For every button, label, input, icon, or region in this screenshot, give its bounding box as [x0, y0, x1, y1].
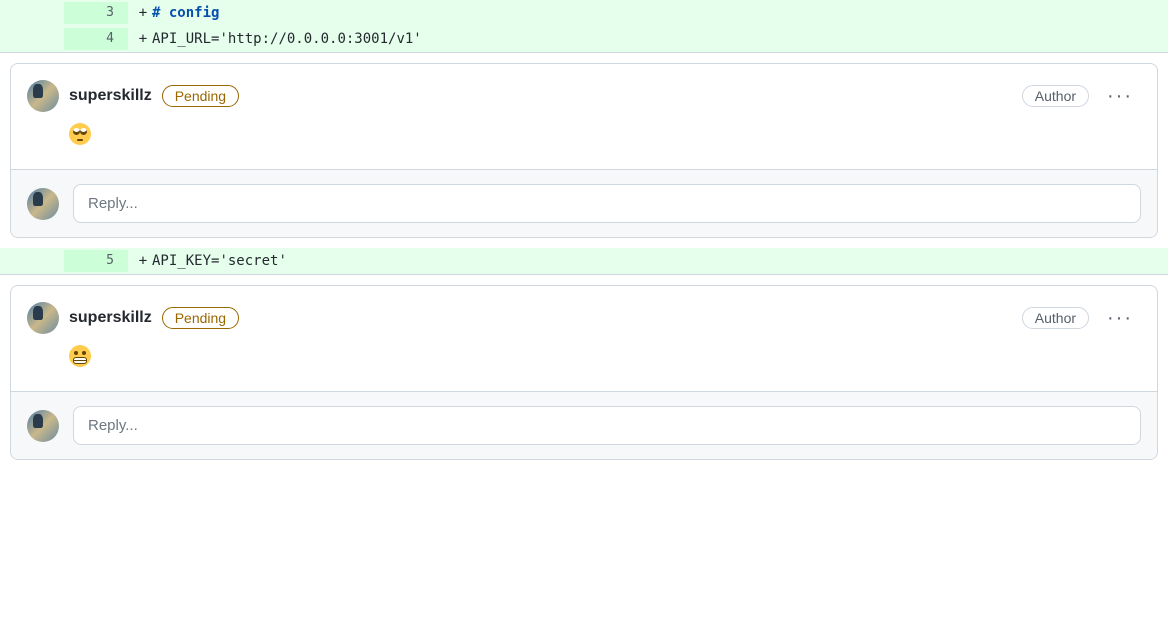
- comment-header: superskillz Pending Author ···: [11, 286, 1157, 340]
- diff-marker: +: [128, 2, 150, 24]
- kebab-menu-icon[interactable]: ···: [1099, 86, 1141, 106]
- diff-line: 5 + API_KEY='secret': [0, 248, 1168, 274]
- code-content: API_URL='http://0.0.0.0:3001/v1': [150, 28, 1168, 50]
- reply-row: [11, 391, 1157, 459]
- avatar[interactable]: [27, 80, 59, 112]
- diff-line: 3 + # config: [0, 0, 1168, 26]
- avatar[interactable]: [27, 410, 59, 442]
- pending-badge: Pending: [162, 85, 239, 107]
- reply-row: [11, 169, 1157, 237]
- face-with-rolling-eyes-emoji: [69, 123, 91, 145]
- diff-marker: +: [128, 28, 150, 50]
- comment-author-username[interactable]: superskillz: [69, 309, 152, 327]
- new-line-number: 4: [64, 28, 128, 50]
- author-badge: Author: [1022, 85, 1089, 107]
- reply-input[interactable]: [73, 406, 1141, 445]
- new-line-number: 5: [64, 250, 128, 272]
- diff-marker: +: [128, 250, 150, 272]
- new-line-number: 3: [64, 2, 128, 24]
- diff-line: 4 + API_URL='http://0.0.0.0:3001/v1': [0, 26, 1168, 52]
- code-content: # config: [150, 2, 1168, 24]
- comment-body: [11, 340, 1157, 391]
- comment-header: superskillz Pending Author ···: [11, 64, 1157, 118]
- avatar[interactable]: [27, 302, 59, 334]
- comment-body: [11, 118, 1157, 169]
- review-comment: superskillz Pending Author ···: [10, 63, 1158, 238]
- review-comment: superskillz Pending Author ···: [10, 285, 1158, 460]
- comment-author-username[interactable]: superskillz: [69, 87, 152, 105]
- reply-input[interactable]: [73, 184, 1141, 223]
- kebab-menu-icon[interactable]: ···: [1099, 308, 1141, 328]
- grimacing-face-emoji: [69, 345, 91, 367]
- author-badge: Author: [1022, 307, 1089, 329]
- pending-badge: Pending: [162, 307, 239, 329]
- code-content: API_KEY='secret': [150, 250, 1168, 272]
- avatar[interactable]: [27, 188, 59, 220]
